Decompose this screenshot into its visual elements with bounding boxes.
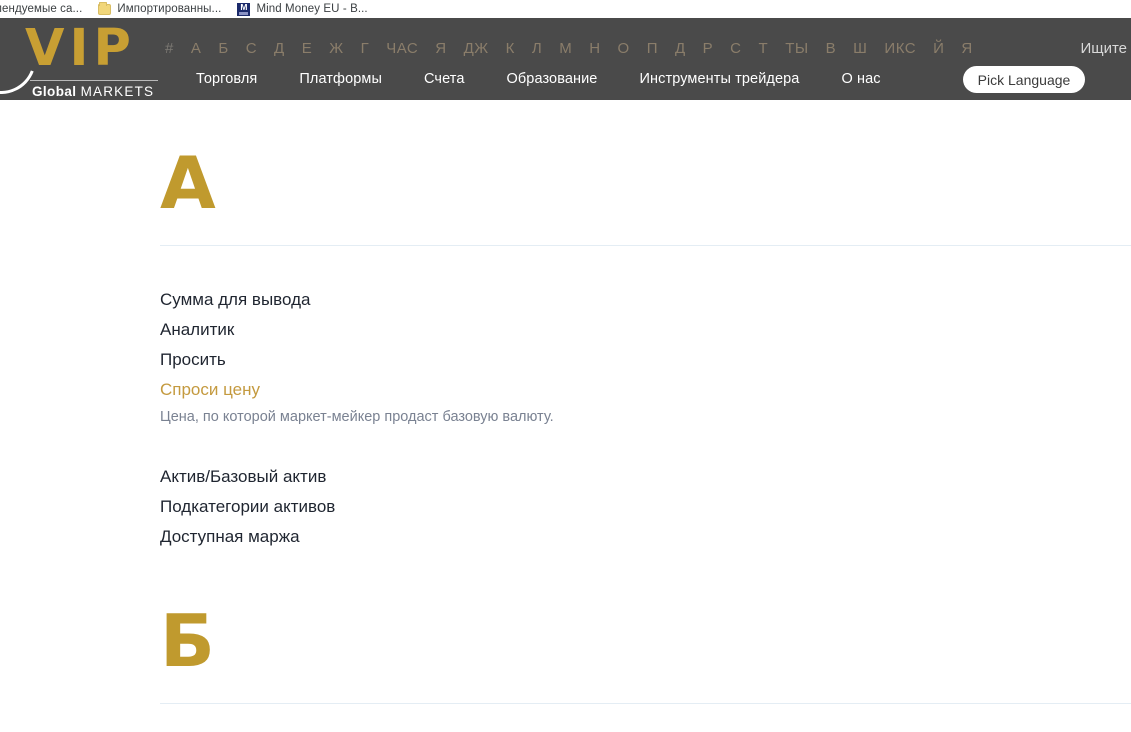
- folder-icon: [98, 1, 112, 15]
- site-logo[interactable]: VIP Global MARKETS: [0, 18, 165, 100]
- nav-item-6[interactable]: О нас: [841, 71, 880, 87]
- alphabet-index-Я[interactable]: Я: [961, 40, 972, 57]
- glossary-term[interactable]: Спроси цену: [160, 380, 260, 400]
- alphabet-index-Е[interactable]: Е: [302, 40, 313, 57]
- nav-item-1[interactable]: Торговля: [196, 71, 257, 87]
- alphabet-index-ЧАС[interactable]: ЧАС: [386, 40, 418, 57]
- search-link[interactable]: Ищите: [1080, 40, 1131, 57]
- alphabet-index-Б[interactable]: Б: [218, 40, 228, 57]
- mind-money-favicon: M: [237, 2, 251, 16]
- bookmark-item-imported[interactable]: Импортированны...: [90, 0, 229, 18]
- glossary-letter-heading-А: А: [160, 141, 216, 225]
- logo-tagline-light: MARKETS: [80, 84, 155, 99]
- alphabet-index-Н[interactable]: Н: [589, 40, 600, 57]
- alphabet-index-Л[interactable]: Л: [532, 40, 542, 57]
- bookmark-label: мендуемые са...: [0, 3, 83, 15]
- glossary-term[interactable]: Сумма для вывода: [160, 290, 310, 310]
- logo-divider-top: [30, 80, 158, 81]
- site-header: VIP Global MARKETS # А Б С Д Е Ж Г ЧАС Я ДЖ К Л М Н О П Д…: [0, 18, 1131, 100]
- glossary-term[interactable]: Доступная маржа: [160, 527, 300, 547]
- alphabet-index-ТЫ[interactable]: ТЫ: [785, 40, 808, 57]
- pick-language-button[interactable]: Pick Language: [963, 66, 1085, 93]
- alphabet-index-С[interactable]: С: [730, 40, 741, 57]
- alphabet-index-Т[interactable]: Т: [759, 40, 769, 57]
- bookmark-label: Импортированны...: [117, 3, 222, 15]
- alphabet-index-П[interactable]: П: [647, 40, 658, 57]
- alphabet-index-Й[interactable]: Й: [933, 40, 944, 57]
- alphabet-index-Ж[interactable]: Ж: [329, 40, 343, 57]
- logo-tagline-bold: Global: [32, 84, 77, 99]
- bookmark-item-mind-money[interactable]: M Mind Money EU - В...: [229, 0, 375, 18]
- alphabet-index-К[interactable]: К: [506, 40, 515, 57]
- glossary-content: А Сумма для вывода Аналитик Просить Спроси ц…: [0, 100, 1131, 732]
- nav-item-5[interactable]: Инструменты трейдера: [639, 71, 799, 87]
- alphabet-index-Ш[interactable]: Ш: [853, 40, 867, 57]
- alphabet-index-М[interactable]: М: [559, 40, 572, 57]
- logo-tagline: Global MARKETS: [32, 84, 154, 100]
- alphabet-index-Д[interactable]: Д: [675, 40, 686, 57]
- nav-item-3[interactable]: Счета: [424, 71, 465, 87]
- glossary-term-description: Цена, по которой маркет-мейкер продаст б…: [160, 409, 554, 425]
- nav-item-4[interactable]: Образование: [507, 71, 598, 87]
- glossary-letter-heading-Б: Б: [160, 599, 215, 683]
- glossary-term[interactable]: Подкатегории активов: [160, 497, 335, 517]
- bookmark-item-recommended[interactable]: мендуемые са...: [0, 0, 90, 18]
- glossary-term[interactable]: Актив/Базовый актив: [160, 467, 326, 487]
- alphabet-index-Я[interactable]: Я: [435, 40, 446, 57]
- section-divider: [160, 703, 1131, 704]
- alphabet-index-bar: # А Б С Д Е Ж Г ЧАС Я ДЖ К Л М Н О П Д Р С Т ТЫ В Ш ИКС Й Я Ищите: [165, 36, 1131, 60]
- alphabet-index-Д[interactable]: Д: [274, 40, 285, 57]
- bookmark-label: Mind Money EU - В...: [256, 3, 368, 15]
- logo-wordmark: VIP: [25, 19, 136, 78]
- nav-item-2[interactable]: Платформы: [299, 71, 382, 87]
- glossary-term[interactable]: Аналитик: [160, 320, 234, 340]
- alphabet-index-ИКС[interactable]: ИКС: [884, 40, 916, 57]
- alphabet-index-hash[interactable]: #: [165, 40, 174, 57]
- alphabet-index-Р[interactable]: Р: [703, 40, 714, 57]
- browser-bookmarks-bar: мендуемые са... Импортированны... M Mind…: [0, 0, 1131, 18]
- main-navigation: Торговля Платформы Счета Образование Инструм…: [196, 62, 881, 96]
- alphabet-index-А[interactable]: А: [191, 40, 202, 57]
- alphabet-index-О[interactable]: О: [618, 40, 630, 57]
- glossary-term[interactable]: Просить: [160, 350, 226, 370]
- alphabet-index-В[interactable]: В: [826, 40, 837, 57]
- alphabet-index-С[interactable]: С: [246, 40, 257, 57]
- section-divider: [160, 245, 1131, 246]
- alphabet-index-ДЖ[interactable]: ДЖ: [464, 40, 489, 57]
- alphabet-index-Г[interactable]: Г: [361, 40, 370, 57]
